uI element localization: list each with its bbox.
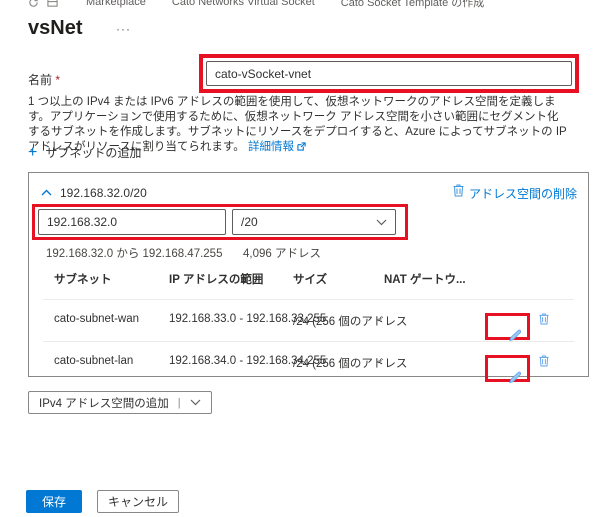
breadcrumb-item-template: Cato Socket Template の作成 (341, 0, 484, 10)
address-space-header[interactable]: 192.168.32.0/20 (41, 184, 147, 202)
prefix-length-select[interactable]: /20 (232, 209, 396, 235)
col-subnet: サブネット (54, 271, 112, 287)
breadcrumb-item-marketplace[interactable]: Marketplace (86, 0, 146, 8)
subnet-nat: - (378, 355, 382, 367)
more-menu-button[interactable]: ··· (116, 22, 131, 36)
marketplace-icon (47, 0, 58, 8)
col-nat-gateway: NAT ゲートウ... (384, 271, 466, 287)
highlight-box-name (199, 54, 579, 93)
button-divider: | (178, 397, 181, 409)
address-space-cidr: 192.168.32.0/20 (60, 186, 147, 200)
name-label: 名前 * (28, 71, 60, 88)
vnet-name-input[interactable] (206, 61, 572, 86)
delete-address-space-button[interactable]: アドレス空間の削除 (453, 184, 577, 202)
subnet-name-link[interactable]: cato-subnet-lan (54, 355, 133, 367)
col-size: サイズ (293, 271, 327, 287)
page: Marketplace Cato Networks Virtual Socket… (0, 0, 600, 517)
highlight-box-address-space: /20 (32, 204, 408, 240)
page-title: vsNet (28, 17, 82, 40)
delete-subnet-icon[interactable] (539, 355, 549, 367)
external-link-icon (297, 141, 306, 156)
add-subnet-button[interactable]: + サブネットの追加 (28, 144, 141, 161)
highlight-box-edit-wan (485, 313, 530, 340)
address-count-text: 4,096 アドレス (243, 245, 321, 261)
required-asterisk: * (55, 73, 60, 87)
refresh-icon[interactable] (28, 0, 39, 8)
address-space-card: 192.168.32.0/20 アドレス空間の削除 /20 192.168.32… (28, 172, 589, 377)
breadcrumb-item-cato-networks[interactable]: Cato Networks Virtual Socket (172, 0, 315, 8)
chevron-down-icon (190, 399, 201, 406)
address-range-text: 192.168.32.0 から 192.168.47.255 (46, 245, 222, 261)
chevron-down-icon (376, 219, 387, 226)
prefix-length-value: /20 (241, 215, 258, 229)
subnet-size: /24 (256 個のアドレス (293, 313, 407, 329)
footer-actions: 保存 キャンセル (26, 490, 179, 513)
add-ipv4-label: IPv4 アドレス空間の追加 (39, 395, 169, 411)
subnet-name-link[interactable]: cato-subnet-wan (54, 313, 139, 325)
subnet-table-header: サブネット IP アドレスの範囲 サイズ NAT ゲートウ... (29, 271, 588, 299)
table-row-wan: cato-subnet-wan 192.168.33.0 - 192.168.3… (29, 300, 588, 340)
delete-subnet-icon[interactable] (539, 313, 549, 325)
edit-pencil-icon[interactable] (508, 371, 521, 384)
subnet-size: /24 (256 個のアドレス (293, 355, 407, 371)
breadcrumb: Marketplace Cato Networks Virtual Socket… (28, 0, 588, 10)
highlight-box-edit-lan (485, 355, 530, 382)
address-range-input[interactable] (38, 209, 226, 235)
learn-more-link[interactable]: 詳細情報 (248, 141, 294, 153)
table-row-lan: cato-subnet-lan 192.168.34.0 - 192.168.3… (29, 342, 588, 382)
save-button[interactable]: 保存 (26, 490, 82, 513)
cancel-button[interactable]: キャンセル (97, 490, 179, 513)
col-ip-range: IP アドレスの範囲 (169, 271, 263, 287)
subnet-nat: - (378, 313, 382, 325)
delete-address-space-label: アドレス空間の削除 (469, 185, 577, 202)
add-subnet-label: サブネットの追加 (45, 144, 141, 161)
plus-icon: + (28, 146, 37, 160)
add-ipv4-address-space-button[interactable]: IPv4 アドレス空間の追加 | (28, 391, 212, 414)
chevron-up-icon[interactable] (41, 184, 52, 202)
trash-icon (453, 184, 464, 202)
